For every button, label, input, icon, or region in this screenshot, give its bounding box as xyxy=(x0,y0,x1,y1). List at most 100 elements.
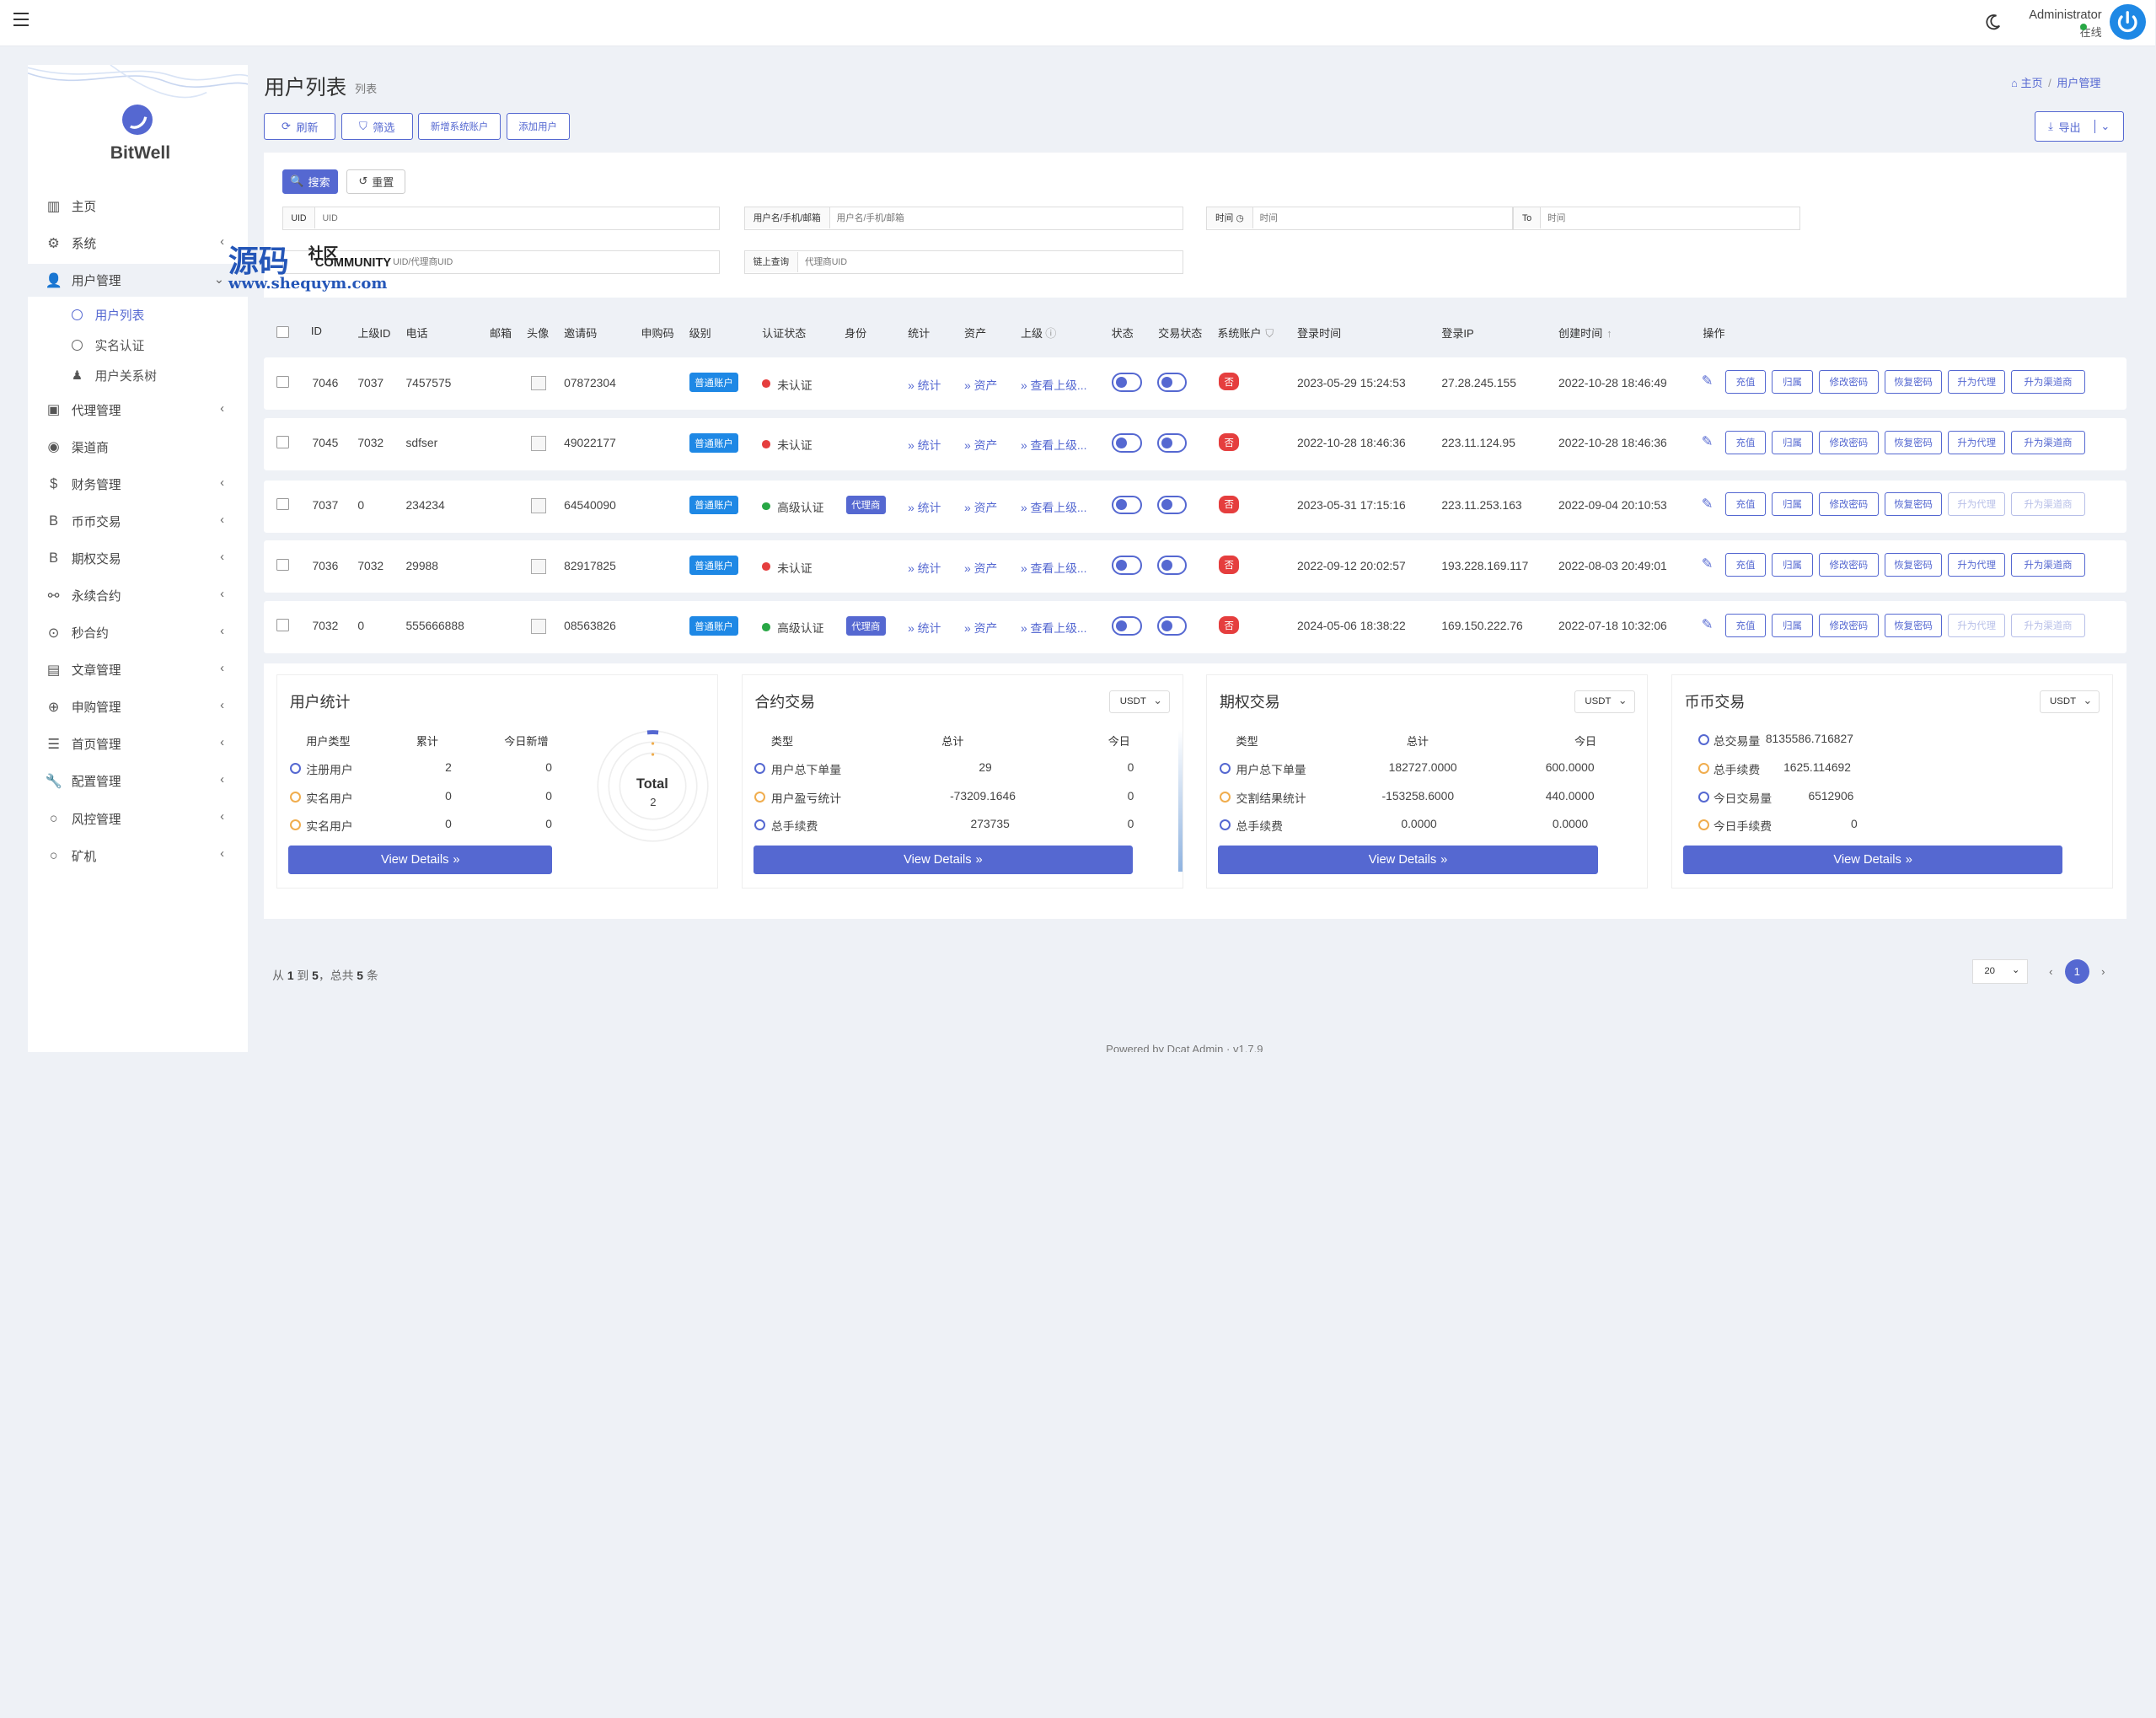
sidebar-item-channel[interactable]: ◉渠道商 xyxy=(28,431,248,464)
edit-icon[interactable]: ✎ xyxy=(1702,556,1714,572)
stats-link[interactable]: » 统计 xyxy=(908,559,941,576)
time-to-input[interactable] xyxy=(1541,207,1799,228)
search-button[interactable]: 🔍搜索 xyxy=(282,169,339,194)
add-user-button[interactable]: 添加用户 xyxy=(507,113,570,141)
col-header-stats[interactable]: 统计 xyxy=(908,325,930,341)
prev-page-button[interactable]: ‹ xyxy=(2039,959,2063,984)
sidebar-item-options[interactable]: B期权交易‹ xyxy=(28,542,248,575)
reset-button[interactable]: ↺重置 xyxy=(346,169,405,194)
stats-link[interactable]: » 统计 xyxy=(908,436,941,453)
sidebar-item-subscription[interactable]: ⊕申购管理‹ xyxy=(28,690,248,723)
select-all-checkbox[interactable] xyxy=(276,326,289,339)
row-action-button[interactable]: 升为代理 xyxy=(1948,553,2006,577)
row-action-button[interactable]: 充值 xyxy=(1725,492,1767,516)
row-action-button[interactable]: 修改密码 xyxy=(1819,431,1880,454)
edit-icon[interactable]: ✎ xyxy=(1702,616,1714,633)
sidebar-item-risk[interactable]: ○风控管理‹ xyxy=(28,802,248,835)
col-header-login-ip[interactable]: 登录IP xyxy=(1441,325,1473,341)
assets-link[interactable]: » 资产 xyxy=(964,376,997,393)
row-action-button[interactable]: 升为渠道商 xyxy=(2011,553,2085,577)
sidebar-item-system[interactable]: ⚙系统‹ xyxy=(28,227,248,260)
col-header-created[interactable]: 创建时间↑ xyxy=(1558,325,1612,341)
breadcrumb-current[interactable]: 用户管理 xyxy=(2057,77,2100,89)
stats-link[interactable]: » 统计 xyxy=(908,619,941,636)
options-currency-select[interactable]: USDT⌄ xyxy=(1574,690,1635,714)
col-header-email[interactable]: 邮箱 xyxy=(490,325,512,341)
row-checkbox[interactable] xyxy=(276,498,289,511)
export-button[interactable]: ⤓导出⌄ xyxy=(2035,111,2124,142)
page-size-select[interactable]: 20⌄ xyxy=(1972,959,2027,984)
row-action-button[interactable]: 升为代理 xyxy=(1948,431,2006,454)
trade-status-toggle[interactable] xyxy=(1157,556,1188,575)
col-header-subscribe[interactable]: 申购码 xyxy=(641,325,674,341)
row-action-button[interactable]: 修改密码 xyxy=(1819,614,1880,637)
assets-link[interactable]: » 资产 xyxy=(964,559,997,576)
dark-mode-icon[interactable] xyxy=(1983,13,2003,32)
contract-view-details-button[interactable]: View Details» xyxy=(754,846,1133,874)
col-header-level[interactable]: 级别 xyxy=(689,325,711,341)
row-action-button[interactable]: 升为代理 xyxy=(1948,370,2006,394)
next-page-button[interactable]: › xyxy=(2091,959,2116,984)
row-action-button[interactable]: 归属 xyxy=(1772,431,1813,454)
sidebar-item-user-management[interactable]: 👤用户管理⌄ xyxy=(28,264,248,297)
sidebar-item-articles[interactable]: ▤文章管理‹ xyxy=(28,653,248,686)
stats-link[interactable]: » 统计 xyxy=(908,376,941,393)
filter-button[interactable]: ⛉筛选 xyxy=(341,113,413,141)
time-from-input[interactable] xyxy=(1253,207,1513,228)
row-action-button[interactable]: 归属 xyxy=(1772,614,1813,637)
spot-view-details-button[interactable]: View Details» xyxy=(1683,846,2062,874)
row-action-button[interactable]: 充值 xyxy=(1725,370,1767,394)
superior-link[interactable]: » 查看上级... xyxy=(1021,498,1087,515)
spot-currency-select[interactable]: USDT⌄ xyxy=(2040,690,2100,714)
row-action-button[interactable]: 恢复密码 xyxy=(1885,553,1943,577)
sidebar-item-perpetual[interactable]: ⚯永续合约‹ xyxy=(28,579,248,612)
col-header-identity[interactable]: 身份 xyxy=(845,325,866,341)
col-header-id[interactable]: ID xyxy=(311,325,322,337)
sidebar-item-agent[interactable]: ▣代理管理‹ xyxy=(28,394,248,427)
col-header-auth[interactable]: 认证状态 xyxy=(762,325,806,341)
row-action-button[interactable]: 修改密码 xyxy=(1819,370,1880,394)
sidebar-item-homepage[interactable]: ☰首页管理‹ xyxy=(28,727,248,760)
row-action-button[interactable]: 充值 xyxy=(1725,553,1767,577)
menu-toggle-icon[interactable] xyxy=(13,13,29,26)
status-toggle[interactable] xyxy=(1112,616,1142,636)
assets-link[interactable]: » 资产 xyxy=(964,436,997,453)
edit-icon[interactable]: ✎ xyxy=(1702,496,1714,513)
edit-icon[interactable]: ✎ xyxy=(1702,373,1714,389)
page-number-button[interactable]: 1 xyxy=(2065,959,2089,984)
row-action-button[interactable]: 恢复密码 xyxy=(1885,492,1943,516)
col-header-avatar[interactable]: 头像 xyxy=(527,325,549,341)
new-system-account-button[interactable]: 新增系统账户 xyxy=(418,113,501,141)
row-action-button[interactable]: 升为渠道商 xyxy=(2011,370,2085,394)
sidebar-item-second-contract[interactable]: ⊙秒合约‹ xyxy=(28,616,248,649)
status-toggle[interactable] xyxy=(1112,496,1142,515)
sidebar-item-home[interactable]: ▥主页 xyxy=(28,190,248,223)
col-header-parent-id[interactable]: 上级ID xyxy=(357,325,390,341)
filter-icon[interactable]: ⛉ xyxy=(1265,327,1274,340)
trade-status-toggle[interactable] xyxy=(1157,373,1188,392)
row-checkbox[interactable] xyxy=(276,376,289,389)
col-header-login-time[interactable]: 登录时间 xyxy=(1297,325,1341,341)
assets-link[interactable]: » 资产 xyxy=(964,498,997,515)
status-toggle[interactable] xyxy=(1112,433,1142,453)
breadcrumb-home[interactable]: 主页 xyxy=(2020,77,2042,89)
superior-link[interactable]: » 查看上级... xyxy=(1021,619,1087,636)
col-header-status[interactable]: 状态 xyxy=(1112,325,1134,341)
superior-link[interactable]: » 查看上级... xyxy=(1021,436,1087,453)
admin-name[interactable]: Administrator xyxy=(2014,8,2101,22)
sidebar-item-spot[interactable]: B币币交易‹ xyxy=(28,505,248,538)
superior-input[interactable] xyxy=(798,252,1183,272)
trade-status-toggle[interactable] xyxy=(1157,433,1188,453)
sidebar-subitem-real-name[interactable]: 实名认证 xyxy=(72,331,248,359)
row-action-button[interactable]: 充值 xyxy=(1725,614,1767,637)
avatar[interactable] xyxy=(2110,4,2145,40)
sidebar-item-config[interactable]: 🔧配置管理‹ xyxy=(28,765,248,797)
options-view-details-button[interactable]: View Details» xyxy=(1218,846,1597,874)
row-action-button[interactable]: 修改密码 xyxy=(1819,553,1880,577)
edit-icon[interactable]: ✎ xyxy=(1702,433,1714,450)
row-action-button[interactable]: 充值 xyxy=(1725,431,1767,454)
trade-status-toggle[interactable] xyxy=(1157,496,1188,515)
stats-link[interactable]: » 统计 xyxy=(908,498,941,515)
status-toggle[interactable] xyxy=(1112,373,1142,392)
row-action-button[interactable]: 恢复密码 xyxy=(1885,614,1943,637)
